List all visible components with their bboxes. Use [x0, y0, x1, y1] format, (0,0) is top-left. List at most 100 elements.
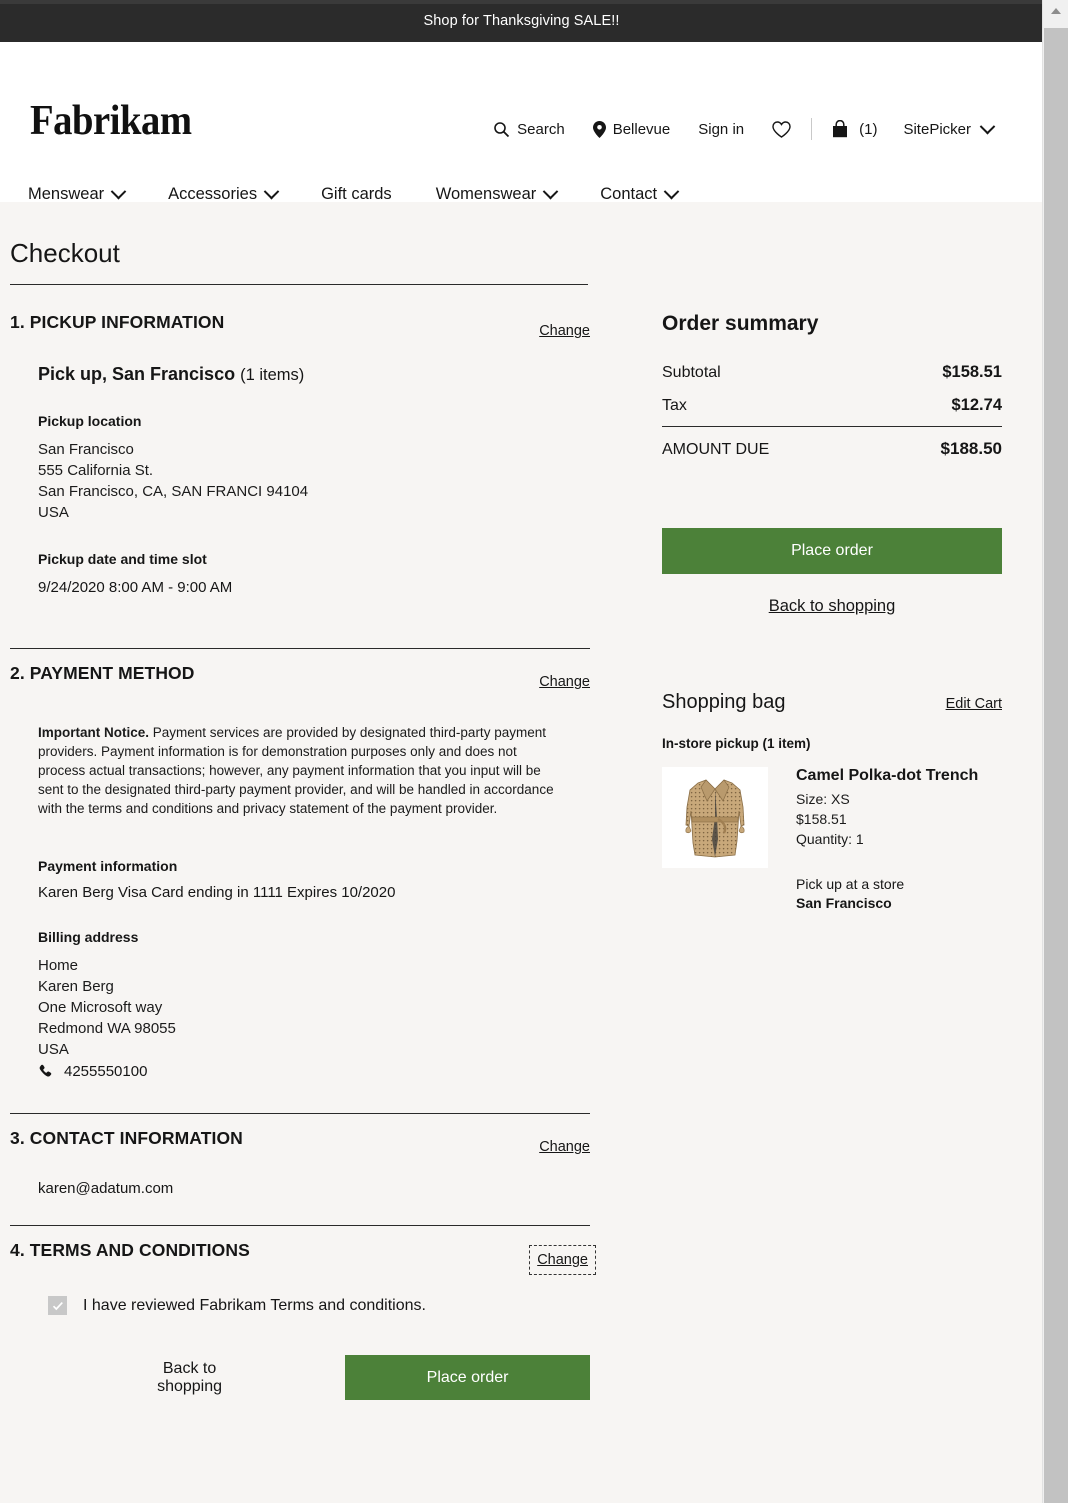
product-quantity: Quantity: 1 [796, 831, 864, 847]
page-scrollbar[interactable] [1042, 0, 1068, 1503]
cart-button[interactable]: (1) [832, 120, 877, 138]
terms-checkbox-label: I have reviewed Fabrikam Terms and condi… [83, 1296, 426, 1314]
pickup-address-line: San Francisco, CA, SAN FRANCI 94104 [38, 483, 309, 500]
summary-row-tax: Tax $12.74 [662, 389, 1002, 422]
store-location-button[interactable]: Bellevue [592, 120, 671, 138]
billing-address-line: Home [38, 957, 79, 974]
pickup-slot-value: 9/24/2020 8:00 AM - 9:00 AM [38, 579, 233, 596]
site-picker-dropdown[interactable]: SitePicker [903, 118, 996, 138]
edit-cart-button[interactable]: Edit Cart [946, 696, 1002, 712]
site-picker-label: SitePicker [903, 120, 971, 138]
page-viewport: Shop for Thanksgiving SALE!! Fabrikam Se… [0, 0, 1043, 1503]
back-to-shopping-button[interactable]: Back to shopping [130, 1360, 249, 1396]
billing-phone-value: 4255550100 [64, 1063, 148, 1080]
window-top-strip [0, 0, 1043, 4]
product-thumbnail[interactable] [662, 767, 768, 868]
pickup-heading-count: (1 items) [240, 366, 305, 384]
billing-address-line: One Microsoft way [38, 999, 163, 1016]
checkout-right-column: Order summary Subtotal $158.51 Tax $12.7… [662, 312, 1002, 913]
chevron-down-icon [979, 118, 996, 134]
summary-value: $158.51 [942, 363, 1002, 381]
promo-banner[interactable]: Shop for Thanksgiving SALE!! [0, 0, 1043, 42]
heart-icon [772, 120, 791, 138]
pickup-note-label: Pick up at a store [796, 876, 905, 892]
order-summary-panel: Order summary Subtotal $158.51 Tax $12.7… [662, 312, 1002, 617]
section-title-contact: 3. CONTACT INFORMATION [10, 1128, 243, 1148]
summary-row-subtotal: Subtotal $158.51 [662, 356, 1002, 389]
shopping-bag-panel: Shopping bag Edit Cart In-store pickup (… [662, 691, 1002, 913]
summary-value: $12.74 [951, 396, 1002, 414]
section-divider [10, 648, 590, 649]
shopping-bag-item: Camel Polka-dot Trench Size: XS $158.51 … [662, 767, 1002, 913]
sign-in-label: Sign in [698, 120, 745, 138]
contact-email: karen@adatum.com [38, 1180, 174, 1197]
shopping-bag-title: Shopping bag [662, 691, 786, 713]
pickup-note-store: San Francisco [796, 895, 892, 911]
payment-notice-bold: Important Notice. [38, 725, 150, 740]
summary-label: Tax [662, 397, 687, 414]
place-order-button-summary[interactable]: Place order [662, 528, 1002, 574]
change-terms-button[interactable]: Change [529, 1245, 596, 1275]
section-contact-information: 3. CONTACT INFORMATION Change karen@adat… [10, 1118, 590, 1230]
scrollbar-thumb[interactable] [1044, 28, 1068, 1503]
search-icon [493, 121, 510, 138]
wishlist-button[interactable] [772, 120, 791, 138]
checkmark-icon [52, 1301, 63, 1310]
pickup-heading-title: Pick up, San Francisco [38, 364, 236, 384]
product-pickup-note: Pick up at a store San Francisco [796, 875, 978, 913]
checkout-bottom-actions: Back to shopping Place order [10, 1355, 590, 1400]
section-title-terms: 4. TERMS AND CONDITIONS [10, 1240, 250, 1260]
section-divider [10, 1113, 590, 1114]
store-location-label: Bellevue [612, 120, 671, 138]
summary-divider [662, 426, 1002, 427]
checkout-area: Checkout 1. PICKUP INFORMATION Change Pi… [0, 202, 1043, 1503]
page-title: Checkout [10, 238, 120, 268]
header-divider [811, 118, 813, 140]
product-name[interactable]: Camel Polka-dot Trench [796, 767, 978, 785]
order-summary-title: Order summary [662, 312, 819, 335]
section-terms-and-conditions: 4. TERMS AND CONDITIONS Change I have re… [10, 1230, 596, 1404]
summary-total-value: $188.50 [940, 439, 1002, 458]
section-header: 1. PICKUP INFORMATION Change [10, 302, 590, 342]
search-button[interactable]: Search [493, 121, 565, 138]
section-header: 4. TERMS AND CONDITIONS Change [10, 1230, 596, 1275]
shopping-bag-group-label: In-store pickup (1 item) [662, 736, 811, 751]
summary-total-label: AMOUNT DUE [662, 441, 770, 458]
chevron-down-icon [110, 183, 127, 200]
location-pin-icon [592, 120, 606, 138]
billing-address-line: Karen Berg [38, 978, 114, 995]
section-header: 2. PAYMENT METHOD Change [10, 653, 590, 693]
pickup-heading: Pick up, San Francisco (1 items) [38, 364, 590, 385]
cart-count: (1) [859, 120, 878, 138]
section-header: 3. CONTACT INFORMATION Change [10, 1118, 590, 1158]
sign-in-button[interactable]: Sign in [698, 121, 744, 138]
terms-checkbox-row[interactable]: I have reviewed Fabrikam Terms and condi… [10, 1296, 590, 1315]
pickup-address-line: 555 California St. [38, 462, 154, 479]
brand-logo[interactable]: Fabrikam [30, 100, 192, 142]
change-contact-button[interactable]: Change [539, 1139, 590, 1155]
place-order-button-bottom[interactable]: Place order [345, 1355, 590, 1400]
summary-row-total: AMOUNT DUE $188.50 [662, 429, 1002, 466]
product-details: Camel Polka-dot Trench Size: XS $158.51 … [796, 767, 978, 913]
payment-body: Important Notice. Payment services are p… [10, 723, 590, 1082]
header-utilities: Search Bellevue Sign in (1) SitePicker [493, 118, 996, 140]
section-title-payment: 2. PAYMENT METHOD [10, 663, 195, 683]
section-divider [10, 1225, 590, 1226]
terms-checkbox[interactable] [48, 1296, 67, 1315]
summary-label: Subtotal [662, 364, 721, 381]
shopping-bag-icon [832, 120, 848, 138]
title-divider [10, 284, 588, 285]
scrollbar-up-arrow[interactable] [1043, 0, 1068, 22]
trench-coat-image [662, 767, 768, 868]
site-header: Fabrikam Search Bellevue Sign in (1) Sit… [0, 42, 1043, 203]
pickup-slot-label: Pickup date and time slot [38, 551, 207, 567]
change-pickup-button[interactable]: Change [539, 323, 590, 339]
change-payment-button[interactable]: Change [539, 674, 590, 690]
payment-notice: Important Notice. Payment services are p… [38, 723, 554, 818]
product-size: Size: XS [796, 791, 850, 807]
back-to-shopping-link-summary[interactable]: Back to shopping [662, 596, 1002, 617]
pickup-body: Pick up, San Francisco (1 items) Pickup … [10, 364, 590, 598]
pickup-location-label: Pickup location [38, 413, 142, 429]
payment-information-value: Karen Berg Visa Card ending in 1111 Expi… [38, 884, 396, 901]
search-label: Search [517, 120, 565, 138]
